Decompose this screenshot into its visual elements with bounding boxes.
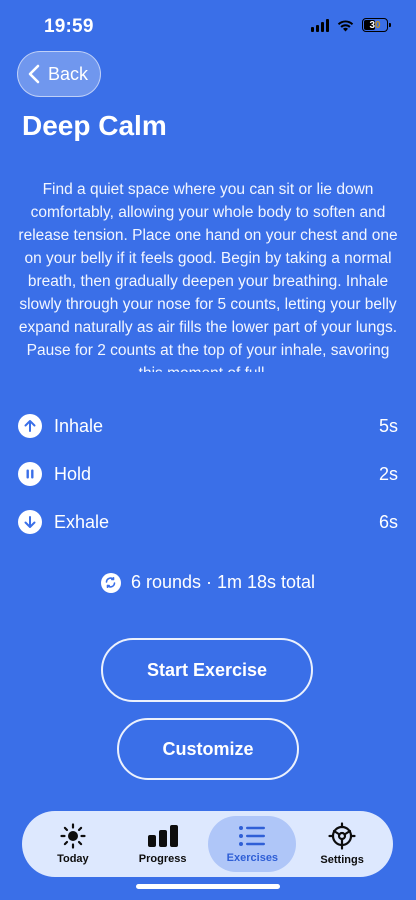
status-icons: 30 [311, 18, 391, 32]
phase-label: Hold [54, 463, 92, 484]
home-indicator [136, 884, 280, 889]
phase-label: Inhale [54, 415, 104, 436]
bar-chart-icon [147, 825, 178, 847]
phase-row-hold: Hold 2s [18, 450, 398, 498]
back-button[interactable]: Back [17, 51, 101, 97]
customize-button[interactable]: Customize [117, 718, 299, 780]
tab-progress[interactable]: Progress [119, 816, 207, 872]
tab-label: Progress [138, 853, 187, 865]
back-label: Back [48, 63, 89, 84]
phase-list: Inhale 5s Hold 2s Exhale 6s [18, 402, 398, 546]
tab-exercises[interactable]: Exercises [208, 816, 297, 872]
tab-label: Settings [320, 854, 364, 866]
phase-duration: 6s [378, 511, 398, 532]
cellular-signal-icon [311, 18, 329, 32]
phase-row-inhale: Inhale 5s [18, 402, 398, 450]
exercise-description: Find a quiet space where you can sit or … [18, 181, 398, 372]
tab-bar: Today Progress Exercises Settings [22, 811, 393, 877]
battery-icon: 30 [362, 18, 391, 32]
sun-icon [60, 823, 86, 849]
chevron-left-icon [28, 64, 40, 84]
repeat-icon [100, 572, 121, 593]
phase-duration: 5s [378, 415, 398, 436]
tab-today[interactable]: Today [29, 816, 117, 872]
status-bar: 19:59 30 [0, 0, 416, 56]
arrow-up-icon [18, 414, 42, 438]
start-exercise-button[interactable]: Start Exercise [101, 638, 313, 702]
phase-duration: 2s [378, 463, 398, 484]
page-title: Deep Calm [22, 110, 167, 141]
summary-text: 6 rounds · 1m 18s total [130, 572, 316, 592]
tab-settings[interactable]: Settings [298, 816, 386, 872]
list-icon [239, 826, 266, 846]
phase-label: Exhale [54, 511, 110, 532]
gear-icon [328, 822, 356, 850]
battery-level: 30 [369, 19, 381, 31]
status-time: 19:59 [44, 16, 94, 37]
pause-icon [18, 462, 42, 486]
tab-label: Today [57, 853, 89, 865]
rounds-summary: 6 rounds · 1m 18s total [0, 572, 416, 593]
wifi-icon [337, 19, 354, 32]
arrow-down-icon [18, 510, 42, 534]
tab-label: Exercises [226, 852, 279, 864]
phase-row-exhale: Exhale 6s [18, 498, 398, 546]
